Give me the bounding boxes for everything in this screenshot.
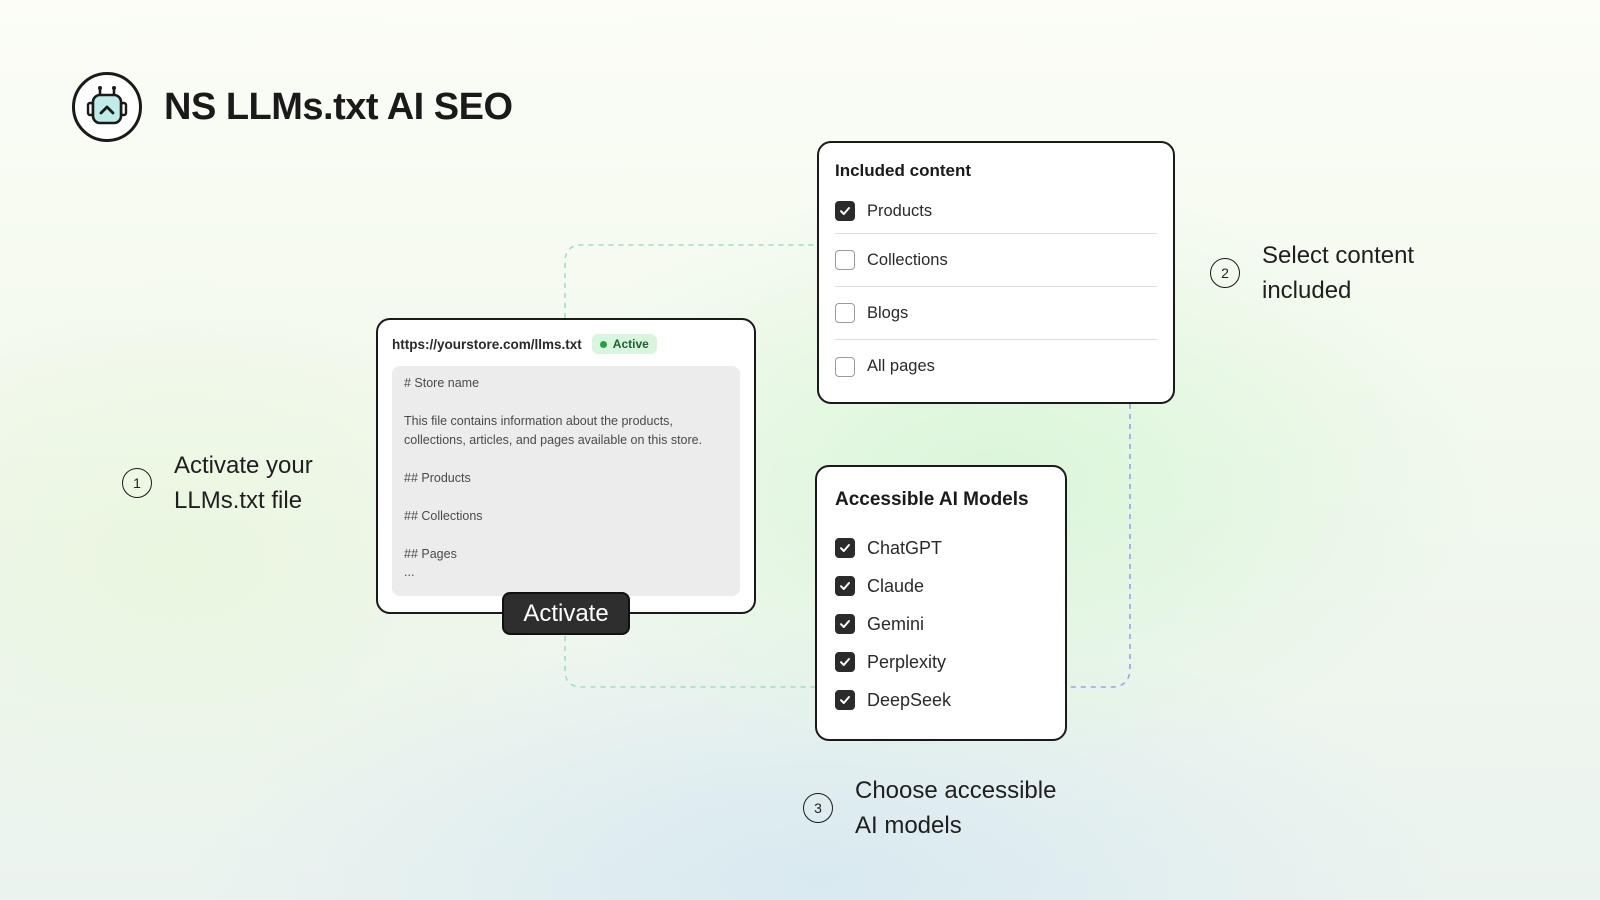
content-item-all-pages[interactable]: All pages [835,340,1157,393]
file-preview: # Store name This file contains informat… [392,366,740,596]
file-line: ## Pages [404,547,457,561]
file-line: This file contains information about the… [404,414,703,447]
checkbox-checked[interactable] [835,652,855,672]
checkbox-unchecked[interactable] [835,303,855,323]
checkbox-checked[interactable] [835,690,855,710]
content-item-blogs[interactable]: Blogs [835,287,1157,340]
file-line: ## Collections [404,509,483,523]
checkbox-checked[interactable] [835,614,855,634]
content-item-label: Blogs [867,303,909,322]
checkbox-unchecked[interactable] [835,356,855,377]
status-dot-icon [599,340,607,348]
card-title: Accessible AI Models [835,489,1029,510]
check-icon [840,207,850,215]
content-item-products[interactable]: Products [835,189,1157,234]
robot-icon [72,72,142,142]
connector-content-to-models [1067,404,1131,688]
model-item-perplexity[interactable]: Perplexity [835,643,1047,681]
content-item-label: All pages [867,357,935,375]
checkbox-checked[interactable] [835,201,855,221]
ai-models-card: Accessible AI Models ChatGPT Claude Gemi… [815,465,1067,741]
connector-file-to-models [564,636,815,688]
step-number: 2 [1210,258,1240,288]
included-content-card: Included content Products Collections Bl… [817,141,1175,404]
content-item-label: Collections [867,250,948,269]
model-label: DeepSeek [867,689,952,710]
check-icon [840,620,850,628]
llms-file-card: https://yourstore.com/llms.txt Active # … [376,318,756,614]
card-title: Included content [835,161,971,180]
checkbox-checked[interactable] [835,576,855,596]
model-item-gemini[interactable]: Gemini [835,605,1047,643]
status-label: Active [612,337,649,351]
content-list: Products Collections Blogs All pages [835,189,1157,393]
model-label: Claude [867,575,925,596]
model-label: ChatGPT [867,537,943,558]
activate-button[interactable]: Activate [502,592,630,635]
file-line: ... [404,565,415,579]
model-label: Perplexity [867,651,947,672]
model-item-chatgpt[interactable]: ChatGPT [835,529,1047,567]
step-text: Choose accessible AI models [855,777,1057,839]
step-number: 1 [122,468,152,498]
step-2: 2 Select content included [1210,238,1414,308]
status-badge: Active [591,334,657,354]
checkbox-unchecked[interactable] [835,250,855,270]
models-list: ChatGPT Claude Gemini Perplexity DeepSee… [835,529,1047,719]
app-title: NS LLMs.txt AI SEO [164,85,513,128]
check-icon [840,658,850,666]
connector-file-to-content [564,244,817,318]
check-icon [840,582,850,590]
checkbox-checked[interactable] [835,538,855,558]
check-icon [840,696,850,704]
file-line: ## Products [404,471,471,485]
model-item-claude[interactable]: Claude [835,567,1047,605]
app-header: NS LLMs.txt AI SEO [72,72,513,142]
file-line: # Store name [404,376,480,390]
step-1: 1 Activate your LLMs.txt file [122,448,313,518]
content-item-label: Products [867,201,933,220]
file-url[interactable]: https://yourstore.com/llms.txt [392,337,582,352]
step-3: 3 Choose accessible AI models [803,773,1056,843]
content-item-collections[interactable]: Collections [835,234,1157,287]
step-number: 3 [803,793,833,823]
model-label: Gemini [867,613,925,634]
model-item-deepseek[interactable]: DeepSeek [835,681,1047,719]
step-text: Select content included [1262,242,1415,304]
check-icon [840,544,850,552]
file-header: https://yourstore.com/llms.txt Active [392,334,740,354]
step-text: Activate your LLMs.txt file [174,452,313,514]
